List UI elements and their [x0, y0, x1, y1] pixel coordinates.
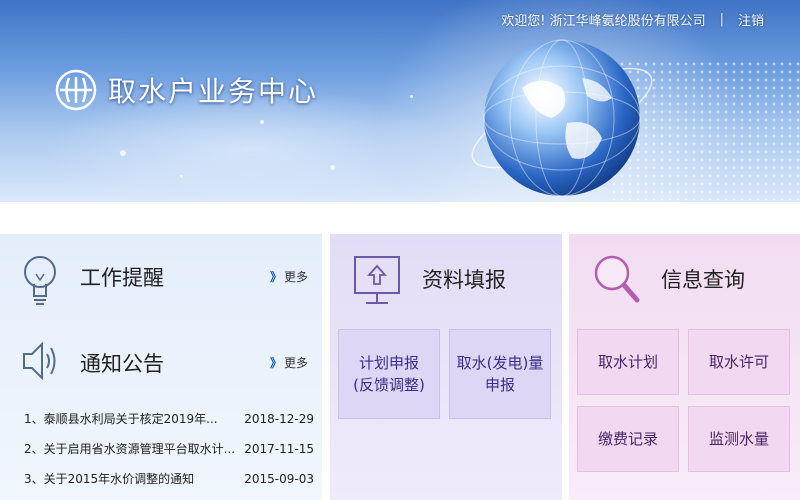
work-reminder-title: 工作提醒 — [80, 266, 164, 290]
info-query-panel: 信息查询 取水计划 取水许可 缴费记录 监测水量 — [569, 234, 800, 500]
lightbulb-icon — [24, 256, 56, 305]
button-line: 取水(发电)量 — [456, 354, 544, 372]
banner-sparkle — [410, 95, 413, 98]
work-reminder-section: 工作提醒 》更多 — [0, 246, 322, 306]
more-arrow-icon: 》 — [270, 270, 283, 284]
notice-title: 通知公告 — [80, 352, 164, 376]
notice-item-date: 2018-12-29 — [244, 412, 314, 426]
notice-section: 通知公告 》更多 — [0, 332, 322, 392]
notice-item[interactable]: 2、关于启用省水资源管理平台取水计... 2017-11-15 — [24, 434, 314, 464]
water-permit-button[interactable]: 取水许可 — [688, 329, 790, 395]
notice-list: 1、泰顺县水利局关于核定2019年... 2018-12-29 2、关于启用省水… — [24, 404, 314, 494]
separator: | — [719, 12, 724, 27]
top-user-bar: 欢迎您! 浙江华峰氨纶股份有限公司 | 注销 — [501, 10, 764, 29]
water-plan-button[interactable]: 取水计划 — [577, 329, 679, 395]
payment-record-button[interactable]: 缴费记录 — [577, 406, 679, 472]
welcome-text: 欢迎您! 浙江华峰氨纶股份有限公司 — [501, 14, 706, 29]
app-title: 取水户业务中心 — [108, 75, 319, 108]
notice-item-date: 2015-09-03 — [244, 472, 314, 486]
monitoring-volume-button[interactable]: 监测水量 — [688, 406, 790, 472]
more-label: 更多 — [284, 270, 309, 284]
button-label: 缴费记录 — [597, 430, 658, 448]
notice-item[interactable]: 1、泰顺县水利局关于核定2019年... 2018-12-29 — [24, 404, 314, 434]
banner-sparkle — [120, 150, 126, 156]
button-text: 计划申报 (反馈调整) — [353, 352, 425, 396]
logout-link[interactable]: 注销 — [738, 10, 764, 29]
notice-more-link[interactable]: 》更多 — [270, 354, 308, 371]
button-label: 取水计划 — [597, 353, 658, 371]
more-arrow-icon: 》 — [270, 356, 283, 370]
button-line: (反馈调整) — [353, 376, 425, 394]
notice-item-title: 1、泰顺县水利局关于核定2019年... — [24, 412, 218, 426]
info-query-title: 信息查询 — [661, 268, 745, 292]
button-label: 监测水量 — [708, 430, 769, 448]
banner-sparkle — [330, 165, 335, 170]
notice-item-title: 2、关于启用省水资源管理平台取水计... — [24, 442, 234, 456]
globe-image — [462, 18, 662, 202]
monitor-upload-icon — [354, 256, 400, 304]
speaker-icon — [23, 341, 56, 381]
more-label: 更多 — [284, 356, 309, 370]
button-text: 取水(发电)量 申报 — [457, 352, 544, 396]
button-line: 计划申报 — [358, 354, 419, 372]
notice-item-title: 3、关于2015年水价调整的通知 — [24, 472, 195, 486]
button-label: 取水许可 — [708, 353, 769, 371]
data-entry-panel: 资料填报 计划申报 (反馈调整) 取水(发电)量 申报 — [330, 234, 562, 500]
work-reminder-more-link[interactable]: 》更多 — [270, 268, 308, 285]
magnifier-icon — [594, 255, 640, 303]
water-emblem-icon — [55, 69, 97, 111]
banner-sparkle — [180, 175, 183, 178]
water-volume-declaration-button[interactable]: 取水(发电)量 申报 — [449, 329, 551, 419]
notice-item[interactable]: 3、关于2015年水价调整的通知 2015-09-03 — [24, 464, 314, 494]
header-banner: 欢迎您! 浙江华峰氨纶股份有限公司 | 注销 取水户业务中心 — [0, 0, 800, 202]
plan-declaration-button[interactable]: 计划申报 (反馈调整) — [338, 329, 440, 419]
data-entry-title: 资料填报 — [422, 268, 506, 292]
notice-item-date: 2017-11-15 — [244, 442, 314, 456]
logo: 取水户业务中心 — [54, 68, 318, 112]
button-line: 申报 — [484, 376, 515, 394]
banner-sparkle — [260, 120, 264, 124]
left-panel: 工作提醒 》更多 通知公告 》更多 1、泰顺县水利局关于核定2019年... 2… — [0, 234, 322, 500]
